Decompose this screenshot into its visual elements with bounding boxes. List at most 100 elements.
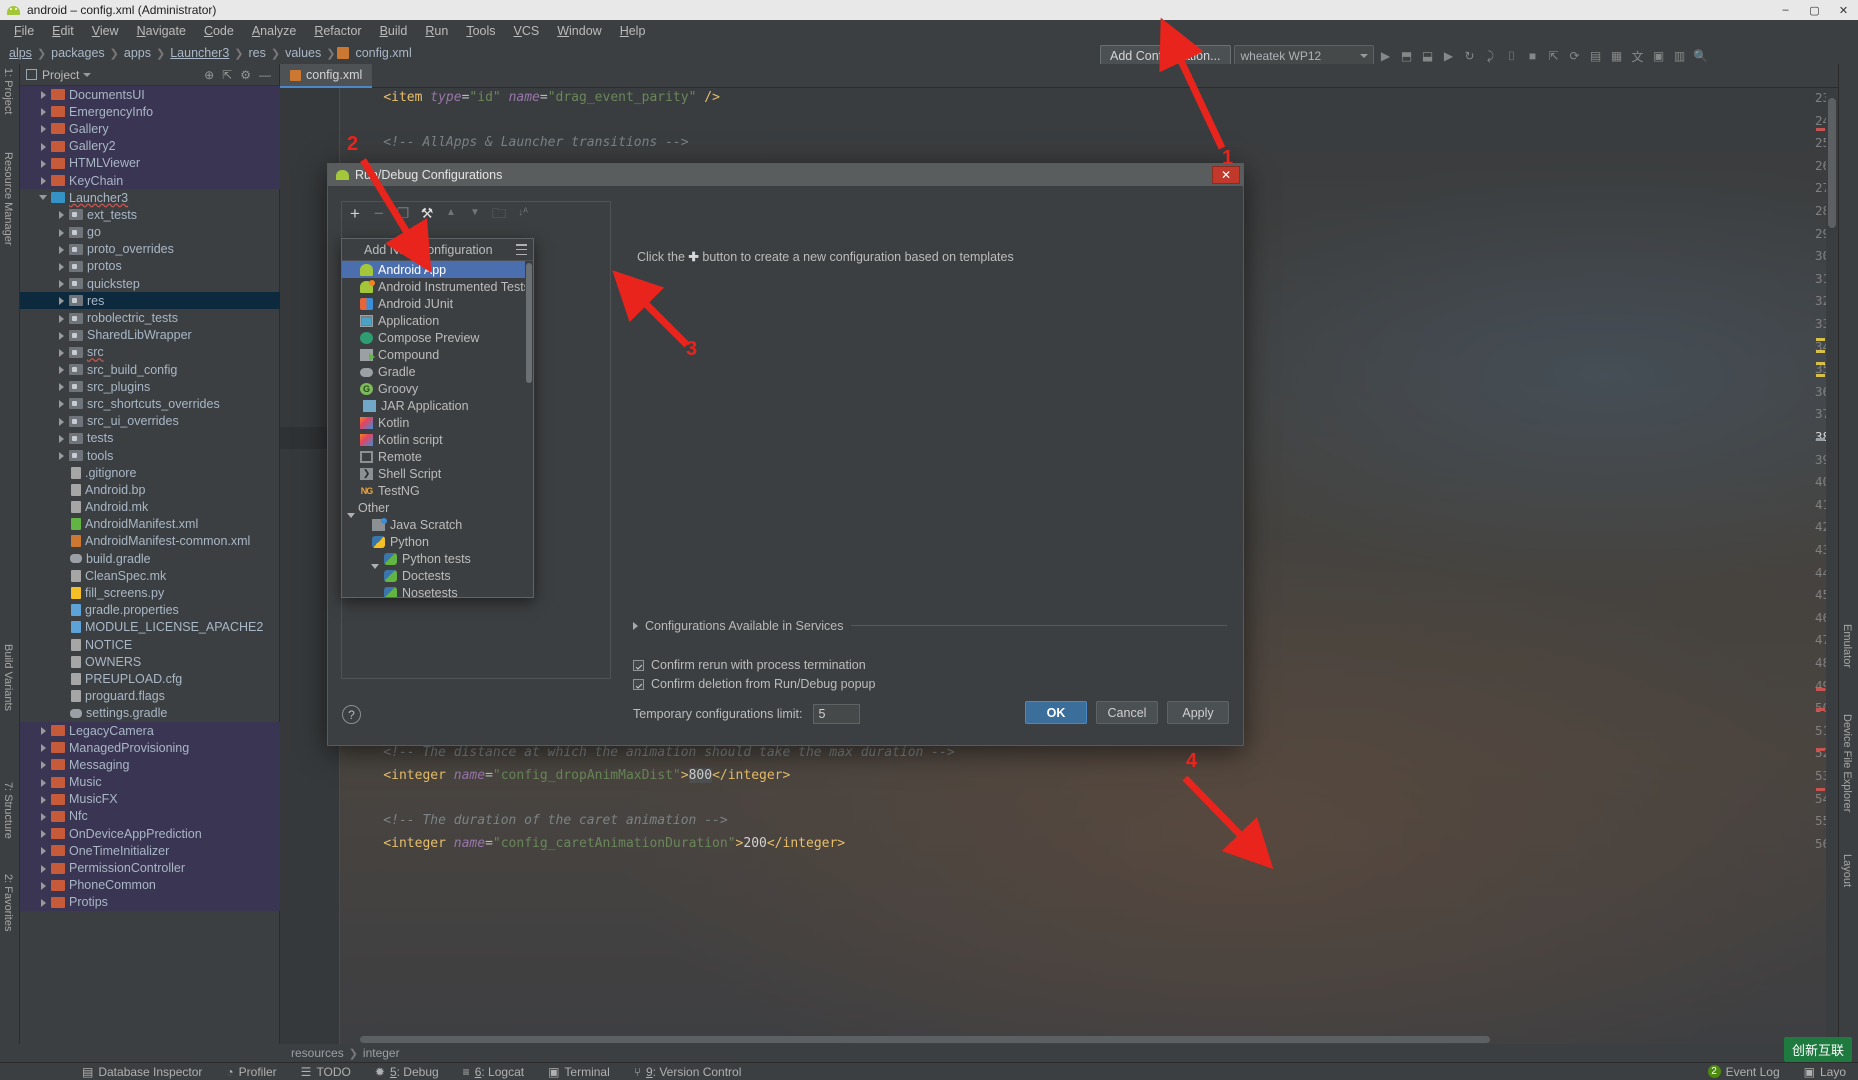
confirm-deletion-checkbox[interactable] — [633, 679, 644, 690]
dropdown-item-kotlin[interactable]: Kotlin — [342, 414, 533, 431]
change-marker[interactable] — [1816, 438, 1825, 441]
menu-item-tools[interactable]: Tools — [458, 22, 503, 40]
window-controls[interactable]: – ▢ ✕ — [1771, 0, 1858, 20]
editor-horizontal-scrollbar[interactable] — [340, 1034, 1826, 1044]
status-item-profiler[interactable]: ◔Profiler — [214, 1065, 288, 1079]
status-item-6-logcat[interactable]: ≡6: Logcat — [451, 1065, 536, 1079]
dropdown-item-android-junit[interactable]: Android JUnit — [342, 295, 533, 312]
status-item-9-version-control[interactable]: ⑂9: Version Control — [622, 1065, 754, 1079]
dropdown-item-list[interactable]: Android AppAndroid Instrumented TestsAnd… — [342, 261, 533, 597]
tree-item-go[interactable]: go — [20, 224, 280, 241]
chevron-right-icon[interactable] — [38, 845, 49, 856]
tree-item-src-plugins[interactable]: src_plugins — [20, 378, 280, 395]
status-item-todo[interactable]: ☰TODO — [289, 1065, 363, 1079]
tree-item-androidmanifest-common-xml[interactable]: AndroidManifest-common.xml — [20, 533, 280, 550]
menu-item-build[interactable]: Build — [372, 22, 416, 40]
chevron-right-icon[interactable] — [38, 725, 49, 736]
tree-item-sharedlibwrapper[interactable]: SharedLibWrapper — [20, 327, 280, 344]
tree-item-ext-tests[interactable]: ext_tests — [20, 206, 280, 223]
tree-item-protips[interactable]: Protips — [20, 894, 280, 911]
code-line[interactable]: <integer name="config_dropAnimMaxDist">8… — [352, 768, 790, 783]
chevron-down-icon[interactable] — [38, 192, 49, 203]
tree-item-src-ui-overrides[interactable]: src_ui_overrides — [20, 413, 280, 430]
apply-changes-icon[interactable]: ⬒ — [1398, 47, 1416, 65]
minimize-button[interactable]: – — [1771, 0, 1800, 20]
tree-item-res[interactable]: res — [20, 292, 280, 309]
dropdown-item-shell-script[interactable]: ❯Shell Script — [342, 465, 533, 482]
breadcrumb-item-res[interactable]: res — [246, 46, 269, 60]
move-down-button[interactable]: ▼ — [468, 206, 482, 220]
tree-item-proto-overrides[interactable]: proto_overrides — [20, 241, 280, 258]
error-marker[interactable] — [1816, 128, 1825, 131]
menu-item-help[interactable]: Help — [612, 22, 654, 40]
chevron-right-icon[interactable] — [56, 295, 67, 306]
tree-item-launcher3[interactable]: Launcher3 — [20, 189, 280, 206]
chevron-right-icon[interactable] — [56, 450, 67, 461]
warning-marker[interactable] — [1816, 338, 1825, 341]
step-over-icon[interactable]: ⤸ — [1482, 47, 1500, 65]
maximize-button[interactable]: ▢ — [1800, 0, 1829, 20]
tree-item-onetimeinitializer[interactable]: OneTimeInitializer — [20, 842, 280, 859]
tree-item-permissioncontroller[interactable]: PermissionController — [20, 859, 280, 876]
warning-marker[interactable] — [1816, 350, 1825, 353]
run-debug-configurations-dialog[interactable]: Run/Debug Configurations ✕ + − ❐ ⚒ ▲ ▼ 🗀… — [327, 163, 1244, 746]
menu-item-vcs[interactable]: VCS — [506, 22, 548, 40]
chevron-right-icon[interactable] — [56, 278, 67, 289]
sort-configurations-button[interactable]: ↓ᴬ — [516, 206, 530, 220]
menu-item-run[interactable]: Run — [417, 22, 456, 40]
chevron-right-icon[interactable] — [56, 244, 67, 255]
menu-item-refactor[interactable]: Refactor — [306, 22, 369, 40]
editor-breadcrumb-item-resources[interactable]: resources — [288, 1046, 347, 1060]
tree-item-proguard-flags[interactable]: proguard.flags — [20, 688, 280, 705]
tree-item-cleanspec-mk[interactable]: CleanSpec.mk — [20, 567, 280, 584]
tree-item-phonecommon[interactable]: PhoneCommon — [20, 877, 280, 894]
help-button[interactable]: ? — [342, 705, 361, 724]
tree-item-managedprovisioning[interactable]: ManagedProvisioning — [20, 739, 280, 756]
stop-icon[interactable]: ■ — [1524, 47, 1542, 65]
tree-item-htmlviewer[interactable]: HTMLViewer — [20, 155, 280, 172]
tree-item-src[interactable]: src — [20, 344, 280, 361]
tree-item-android-bp[interactable]: Android.bp — [20, 481, 280, 498]
dropdown-item-python-tests[interactable]: Python tests — [342, 550, 533, 567]
dropdown-item-remote[interactable]: Remote — [342, 448, 533, 465]
layout-inspector-icon[interactable]: ▣ — [1650, 47, 1668, 65]
tree-item-documentsui[interactable]: DocumentsUI — [20, 86, 280, 103]
chevron-right-icon[interactable] — [38, 794, 49, 805]
dropdown-item-testng[interactable]: NGTestNG — [342, 482, 533, 499]
menu-item-edit[interactable]: Edit — [44, 22, 82, 40]
edit-templates-button[interactable]: ⚒ — [420, 206, 434, 220]
translate-icon[interactable]: 文 — [1629, 47, 1647, 65]
add-new-configuration-dropdown[interactable]: Add New Configuration Android AppAndroid… — [341, 238, 534, 598]
chevron-right-icon[interactable] — [38, 828, 49, 839]
tree-item-build-gradle[interactable]: build.gradle — [20, 550, 280, 567]
chevron-right-icon[interactable] — [38, 777, 49, 788]
breadcrumb-item-config-xml[interactable]: config.xml — [352, 46, 414, 60]
chevron-right-icon[interactable] — [56, 433, 67, 444]
attach-debugger-icon[interactable]: ⇱ — [1545, 47, 1563, 65]
chevron-right-icon[interactable] — [38, 863, 49, 874]
chevron-right-icon[interactable] — [56, 398, 67, 409]
tree-item-tools[interactable]: tools — [20, 447, 280, 464]
chevron-right-icon[interactable] — [38, 106, 49, 117]
tree-item-legacycamera[interactable]: LegacyCamera — [20, 722, 280, 739]
chevron-right-icon[interactable] — [56, 227, 67, 238]
copy-configuration-button[interactable]: ❐ — [396, 206, 410, 220]
tree-item-android-mk[interactable]: Android.mk — [20, 499, 280, 516]
tree-item-protos[interactable]: protos — [20, 258, 280, 275]
status-item-layout[interactable]: ▣Layo — [1792, 1065, 1858, 1079]
dropdown-item-java-scratch[interactable]: Java Scratch — [342, 516, 533, 533]
chevron-right-icon[interactable] — [38, 811, 49, 822]
tree-item--gitignore[interactable]: .gitignore — [20, 464, 280, 481]
status-item-event-log[interactable]: 2Event Log — [1696, 1065, 1792, 1079]
chevron-right-icon[interactable] — [56, 209, 67, 220]
scrollbar-thumb-horizontal[interactable] — [360, 1036, 1490, 1043]
code-line[interactable]: <!-- The duration of the caret animation… — [352, 813, 728, 828]
rerun-icon[interactable]: ↻ — [1461, 47, 1479, 65]
status-item-terminal[interactable]: ▣Terminal — [536, 1065, 622, 1079]
search-icon[interactable]: 🔍 — [1692, 47, 1710, 65]
tree-item-fill-screens-py[interactable]: fill_screens.py — [20, 584, 280, 601]
run-icon[interactable]: ▶ — [1377, 47, 1395, 65]
tree-item-emergencyinfo[interactable]: EmergencyInfo — [20, 103, 280, 120]
chevron-right-icon[interactable] — [56, 416, 67, 427]
chevron-right-icon[interactable] — [38, 759, 49, 770]
